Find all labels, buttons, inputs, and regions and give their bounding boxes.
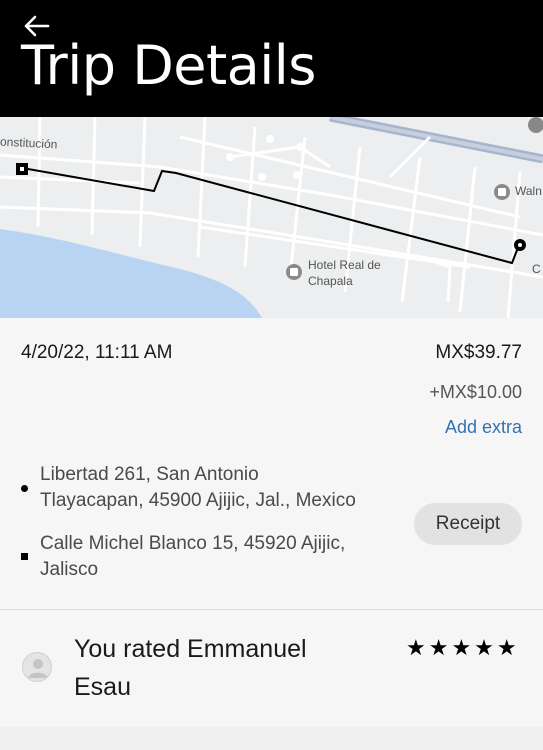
hotel-label-line2: Chapala	[308, 274, 353, 288]
receipt-button[interactable]: Receipt	[414, 503, 522, 545]
edge-label: C	[532, 262, 541, 276]
hotel-poi-icon	[286, 264, 302, 280]
store-label: Waln	[515, 184, 542, 198]
pickup-address: Libertad 261, San Antonio Tlayacapan, 45…	[40, 462, 400, 514]
app-header: Trip Details	[0, 0, 543, 117]
dropoff-square-icon	[21, 553, 28, 560]
store-pin-icon	[494, 184, 510, 200]
rating-text: You rated Emmanuel Esau	[74, 630, 374, 706]
person-icon	[28, 659, 48, 678]
lake-area	[0, 229, 262, 318]
pickup-address-line2: Tlayacapan, 45900 Ajijic, Jal., Mexico	[40, 490, 356, 511]
trip-details: 4/20/22, 11:11 AM MX$39.77 +MX$10.00 Add…	[0, 318, 543, 609]
footer-strip	[0, 727, 543, 750]
trip-map[interactable]: onstitución Hotel Real de Chapala Waln C	[0, 117, 543, 318]
store-poi-icon	[528, 117, 543, 133]
rating-stars: ★★★★★	[406, 636, 520, 661]
dropoff-address: Calle Michel Blanco 15, 45920 Ajijic, Ja…	[40, 531, 400, 583]
dropoff-address-line2: Jalisco	[40, 559, 99, 580]
trip-datetime: 4/20/22, 11:11 AM	[21, 342, 173, 363]
driver-rating-section: You rated Emmanuel Esau ★★★★★	[0, 610, 543, 727]
map-canvas	[0, 117, 543, 318]
pickup-dot-icon	[21, 485, 28, 492]
street-label: onstitución	[0, 134, 58, 152]
trip-fare: MX$39.77	[435, 342, 522, 363]
page-title: Trip Details	[21, 34, 316, 97]
rating-text-line2: Esau	[74, 673, 131, 701]
dropoff-address-line1: Calle Michel Blanco 15, 45920 Ajijic,	[40, 533, 346, 554]
add-extra-link[interactable]: Add extra	[445, 417, 522, 438]
rating-text-line1: You rated Emmanuel	[74, 635, 307, 663]
trip-tip: +MX$10.00	[429, 382, 522, 402]
hotel-label-line1: Hotel Real de	[308, 258, 381, 272]
pickup-address-line1: Libertad 261, San Antonio	[40, 464, 259, 485]
driver-avatar	[22, 652, 52, 682]
